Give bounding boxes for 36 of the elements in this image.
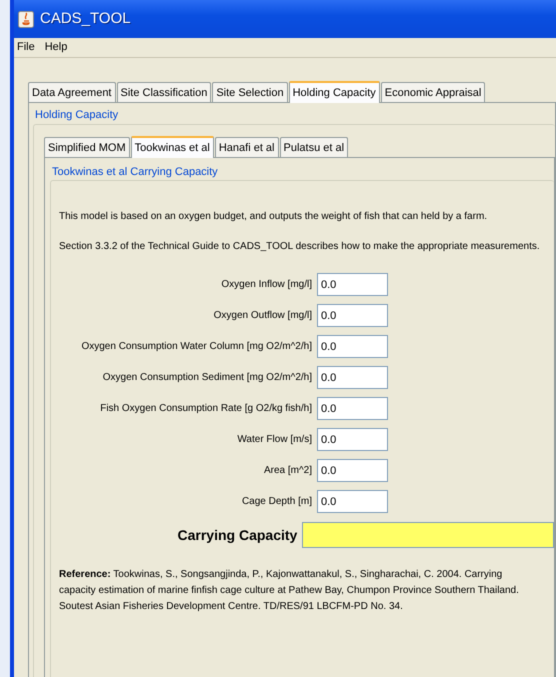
description-text: Section 3.3.2 of the Technical Guide to CADS_TOOL describes how to make the appropriate measurements. bbox=[59, 240, 541, 254]
java-app-icon bbox=[18, 10, 34, 28]
field-label: Oxygen Consumption Water Column [mg O2/m^2/h] bbox=[80, 340, 313, 354]
field-label: Area [m^2] bbox=[262, 464, 313, 478]
input-field[interactable]: 0.0 bbox=[317, 273, 388, 296]
field-label: Oxygen Outflow [mg/l] bbox=[212, 309, 313, 323]
tab[interactable]: Pulatsu et al bbox=[280, 136, 348, 156]
input-field[interactable]: 0.0 bbox=[317, 366, 388, 389]
input-field[interactable]: 0.0 bbox=[317, 397, 388, 420]
input-field[interactable]: 0.0 bbox=[317, 335, 388, 358]
group-title: Holding Capacity bbox=[35, 108, 120, 123]
input-field[interactable]: 0.0 bbox=[317, 490, 388, 513]
tab[interactable]: Hanafi et al bbox=[214, 136, 278, 156]
field-label: Cage Depth [m] bbox=[240, 495, 313, 509]
field-label: Oxygen Consumption Sediment [mg O2/m^2/h] bbox=[102, 371, 313, 385]
tab[interactable]: Data Agreement bbox=[28, 82, 116, 102]
field-label: Oxygen Inflow [mg/l] bbox=[220, 278, 313, 292]
tab[interactable]: Site Selection bbox=[212, 82, 288, 102]
menu-item[interactable]: File bbox=[17, 39, 35, 56]
reference-text: Reference: Tookwinas, S., Songsangjinda, P., Kajonwattanakul, S., Singharachai, C. 2004. Carrying capacity estimation of marine finfish cage culture at Pathew Bay, Chumpon Province Southern Thailand. Soutest Asian Fisheries Development Centre. TD/RES/91 LBCFM-PD No. 34. bbox=[59, 568, 520, 614]
result-field[interactable] bbox=[302, 522, 554, 548]
menu-item[interactable]: Help bbox=[44, 39, 68, 56]
window-title: CADS_TOOL bbox=[40, 8, 131, 29]
result-label: Carrying Capacity bbox=[176, 526, 298, 545]
tab[interactable]: Holding Capacity bbox=[288, 81, 380, 103]
tab[interactable]: Site Classification bbox=[116, 82, 212, 102]
tab[interactable]: Tookwinas et al bbox=[130, 136, 214, 158]
input-field[interactable]: 0.0 bbox=[317, 459, 388, 482]
input-field[interactable]: 0.0 bbox=[317, 428, 388, 451]
description-text: This model is based on an oxygen budget, and outputs the weight of fish that can held by a farm. bbox=[59, 210, 488, 224]
field-label: Water Flow [m/s] bbox=[236, 433, 313, 447]
input-field[interactable]: 0.0 bbox=[317, 304, 388, 327]
field-label: Fish Oxygen Consumption Rate [g O2/kg fish/h] bbox=[99, 402, 313, 416]
tab[interactable]: Simplified MOM bbox=[44, 136, 130, 156]
tab[interactable]: Economic Appraisal bbox=[380, 82, 486, 102]
group-title: Tookwinas et al Carrying Capacity bbox=[52, 164, 219, 180]
